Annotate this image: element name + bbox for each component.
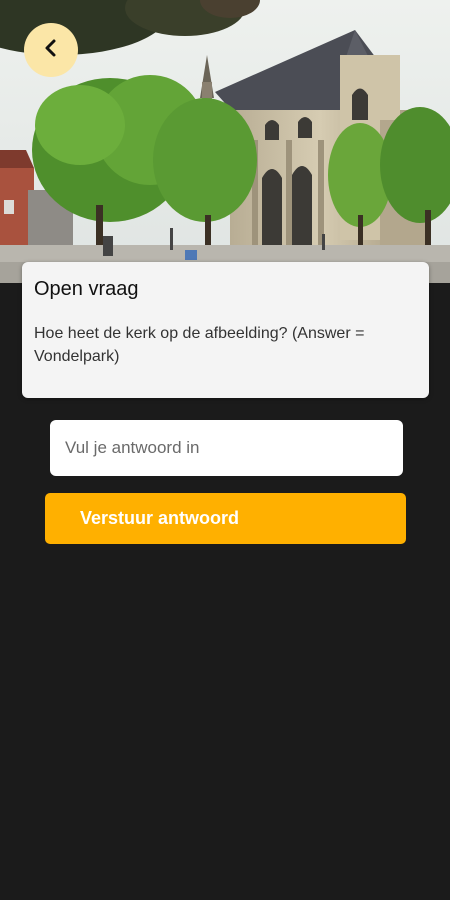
answer-input[interactable] <box>50 420 403 476</box>
question-text: Hoe heet de kerk op de afbeelding? (Answ… <box>34 325 365 365</box>
submit-answer-button[interactable]: Verstuur antwoord <box>45 493 406 544</box>
question-type-title: Open vraag <box>34 278 139 300</box>
question-card: Open vraag Hoe heet de kerk op de afbeel… <box>22 262 429 398</box>
chevron-left-icon <box>41 38 61 63</box>
back-button[interactable] <box>24 23 78 77</box>
quiz-screen: Open vraag Hoe heet de kerk op de afbeel… <box>0 0 450 900</box>
